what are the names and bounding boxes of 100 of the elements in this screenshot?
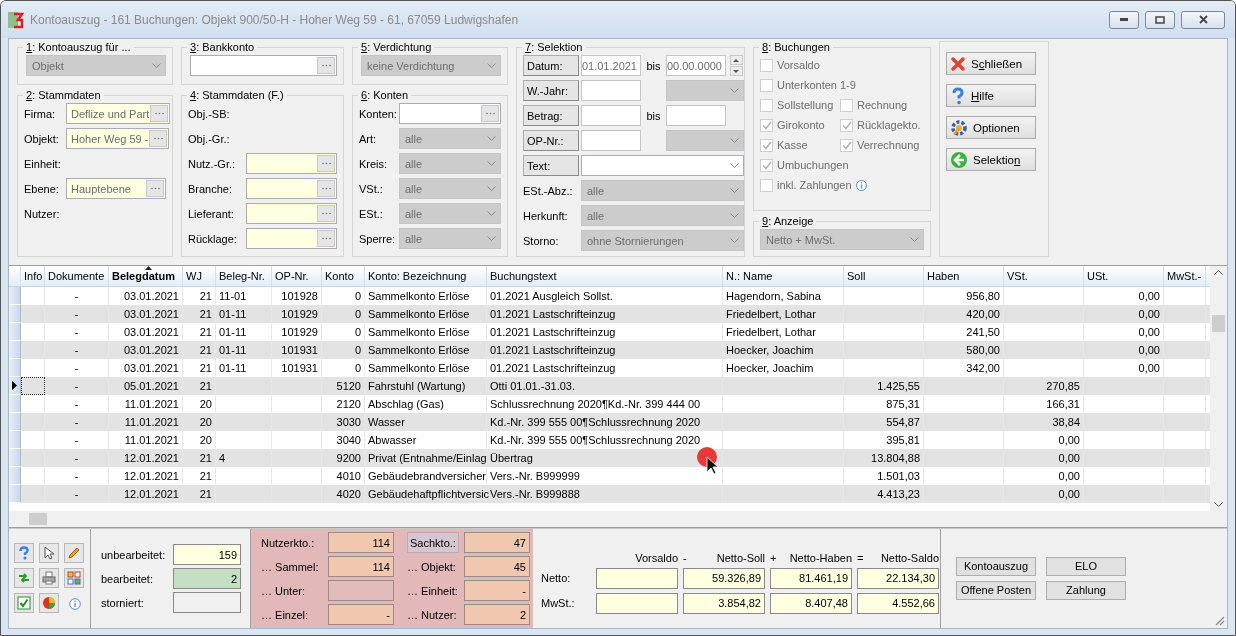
column-header[interactable]: OP-Nr. xyxy=(272,266,322,286)
lookup-field[interactable] xyxy=(246,203,337,224)
close-button[interactable] xyxy=(1181,10,1225,29)
field-label: Kreis: xyxy=(359,157,389,170)
toolbar-button[interactable] xyxy=(14,567,34,588)
scroll-up-icon[interactable] xyxy=(1214,270,1223,275)
browse-button[interactable] xyxy=(317,230,335,247)
toolbar-button[interactable] xyxy=(39,592,59,613)
lookup-field[interactable]: Hoher Weg 59 - xyxy=(66,128,170,149)
date-spinner[interactable] xyxy=(729,55,743,76)
report-button[interactable]: Offene Posten xyxy=(956,580,1036,600)
input-field[interactable] xyxy=(581,80,641,101)
column-header[interactable]: WJ xyxy=(183,266,216,286)
toolbar-button[interactable] xyxy=(39,542,59,563)
browse-button[interactable] xyxy=(146,180,164,197)
checkbox-label: Verrechnung xyxy=(857,139,920,151)
counter-label: bearbeitet: xyxy=(101,571,154,587)
toolbar-button[interactable] xyxy=(64,567,84,588)
filter-button[interactable]: Text: xyxy=(523,155,579,176)
filter-button[interactable]: Betrag: xyxy=(523,105,579,126)
browse-button[interactable] xyxy=(317,180,335,197)
chevron-down-icon xyxy=(487,236,496,241)
toolbar-button[interactable] xyxy=(14,542,34,563)
filter-button[interactable]: Datum: xyxy=(523,55,579,76)
ellipsis-icon xyxy=(485,112,495,115)
column-header[interactable]: Dokumente xyxy=(45,266,109,286)
input-field[interactable] xyxy=(581,130,641,151)
report-button[interactable]: Zahlung xyxy=(1046,580,1126,600)
counter-field: 159 xyxy=(173,544,241,565)
chevron-down-icon xyxy=(730,138,739,143)
scroll-down-icon[interactable] xyxy=(1214,502,1223,507)
field-label: Sperre: xyxy=(359,232,397,245)
group-title: 1: Kontoauszug für ... xyxy=(25,41,132,53)
resize-grip-icon[interactable] xyxy=(1214,615,1225,626)
count-label: Nutzerkto.: xyxy=(261,535,316,551)
column-header[interactable]: Buchungstext xyxy=(487,266,723,286)
lookup-field[interactable] xyxy=(246,228,337,249)
dropdown[interactable] xyxy=(581,155,744,176)
browse-button[interactable] xyxy=(317,155,335,172)
count-field: 114 xyxy=(328,532,394,553)
filter-button[interactable]: W.-Jahr: xyxy=(523,80,579,101)
toolbar-button[interactable] xyxy=(14,592,34,613)
checkbox-label: Rücklagekto. xyxy=(857,119,921,131)
column-header[interactable]: Beleg-Nr. xyxy=(216,266,272,286)
lookup-field[interactable]: Deflize und Part xyxy=(66,103,171,124)
vertical-scrollbar[interactable] xyxy=(1210,266,1227,511)
ellipsis-icon xyxy=(321,64,331,67)
grid-icon xyxy=(67,570,81,585)
lookup-field[interactable] xyxy=(190,55,337,76)
input-field[interactable] xyxy=(581,105,641,126)
count-label: … Einzel: xyxy=(261,607,310,623)
field-label: Einheit: xyxy=(24,157,62,170)
column-header[interactable]: Info xyxy=(21,266,45,286)
input-field[interactable]: 01.01.2021 xyxy=(581,55,641,76)
action-button[interactable]: Schließen xyxy=(946,52,1036,75)
maximize-button[interactable] xyxy=(1145,10,1175,29)
minimize-button[interactable] xyxy=(1109,10,1139,29)
toolbar-button[interactable] xyxy=(39,567,59,588)
action-button[interactable]: Hilfe xyxy=(946,84,1036,107)
column-header[interactable]: Konto: Bezeichnung xyxy=(365,266,487,286)
action-button[interactable]: Optionen xyxy=(946,116,1036,139)
lookup-field[interactable] xyxy=(246,178,337,199)
input-field[interactable] xyxy=(666,105,726,126)
close-icon xyxy=(1198,15,1208,24)
operator-label: + xyxy=(770,551,777,564)
browse-button[interactable] xyxy=(150,105,169,122)
column-header[interactable]: Belegdatum xyxy=(109,266,183,286)
group-title: 9: Anzeige xyxy=(761,215,815,227)
filter-button[interactable]: OP-Nr.: xyxy=(523,130,579,151)
toolbar-button[interactable] xyxy=(64,542,84,563)
report-button[interactable]: Kontoauszug xyxy=(956,556,1036,576)
input-field[interactable]: 00.00.0000 xyxy=(666,55,726,76)
browse-button[interactable] xyxy=(317,57,335,74)
lookup-field[interactable] xyxy=(246,153,337,174)
column-header[interactable]: Haben xyxy=(924,266,1004,286)
total-field: 22.134,30 xyxy=(857,567,939,589)
lookup-field[interactable] xyxy=(399,103,501,124)
horizontal-scrollbar[interactable] xyxy=(9,511,1227,527)
column-header[interactable]: Soll xyxy=(844,266,924,286)
column-header[interactable]: N.: Name xyxy=(723,266,844,286)
pie-chart-icon xyxy=(42,595,56,610)
report-button[interactable]: ELO xyxy=(1046,556,1126,576)
column-header[interactable]: MwSt.- xyxy=(1164,266,1206,286)
column-header[interactable]: USt. xyxy=(1084,266,1164,286)
field-label: Storno: xyxy=(523,234,560,247)
operator-label: = xyxy=(857,551,864,564)
action-button[interactable]: Selektion xyxy=(946,148,1036,171)
lookup-field[interactable]: Hauptebene xyxy=(66,178,166,199)
chevron-down-icon xyxy=(730,163,739,168)
browse-button[interactable] xyxy=(481,105,499,122)
chevron-down-icon xyxy=(487,186,496,191)
minimize-icon xyxy=(1120,18,1128,21)
browse-button[interactable] xyxy=(149,130,168,147)
ellipsis-icon xyxy=(321,162,331,165)
column-header[interactable]: VSt. xyxy=(1004,266,1084,286)
column-header[interactable]: Konto xyxy=(322,266,365,286)
browse-button[interactable] xyxy=(317,205,335,222)
scroll-thumb[interactable] xyxy=(1212,315,1225,332)
row-header[interactable] xyxy=(9,377,21,395)
scroll-thumb[interactable] xyxy=(29,513,47,525)
